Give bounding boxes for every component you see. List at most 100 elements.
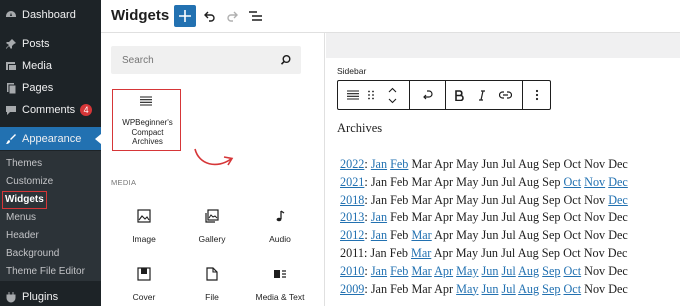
- archive-year-link[interactable]: 2012: [340, 228, 364, 242]
- redo-button[interactable]: [222, 6, 242, 26]
- sidebar-item-label: Appearance: [22, 132, 82, 145]
- archive-month-sep: Sep: [542, 228, 561, 243]
- archive-month-apr: Apr: [434, 281, 454, 296]
- archive-year-link[interactable]: 2018: [340, 193, 364, 207]
- search-input[interactable]: [111, 46, 281, 74]
- dashboard-icon: [6, 10, 16, 17]
- archive-month-oct[interactable]: Oct: [564, 282, 582, 296]
- archive-month-jun[interactable]: Jun: [482, 264, 499, 278]
- archive-year-link[interactable]: 2022: [340, 157, 364, 171]
- sidebar-item-plugins[interactable]: Plugins: [0, 285, 101, 306]
- submenu-item-menus[interactable]: Menus: [6, 210, 36, 226]
- archive-month-jun: Jun: [481, 192, 499, 207]
- sidebar-item-label: Comments: [22, 103, 76, 116]
- archive-month-mar[interactable]: Mar: [411, 264, 431, 278]
- submenu-item-themes[interactable]: Themes: [6, 156, 42, 172]
- toolbar-separator: [522, 81, 523, 109]
- toolbar-separator: [445, 81, 446, 109]
- archive-year-row: 2009: Jan Feb Mar Apr May Jun Jul Aug Se…: [340, 281, 628, 299]
- archive-list-icon: [347, 90, 359, 100]
- archive-month-sep[interactable]: Sep: [542, 264, 560, 278]
- archive-month-oct[interactable]: Oct: [564, 264, 582, 278]
- archive-month-nov: Nov: [583, 245, 605, 260]
- archive-month-jun: Jun: [481, 210, 499, 225]
- block-label: Cover: [132, 292, 156, 302]
- archive-month-dec: Dec: [608, 157, 628, 171]
- sidebar-item-appearance[interactable]: Appearance: [0, 127, 101, 150]
- archive-month-jan[interactable]: Jan: [371, 157, 387, 171]
- submenu-item-customize[interactable]: Customize: [6, 174, 53, 190]
- archive-month-jul[interactable]: Jul: [502, 264, 516, 278]
- search-icon[interactable]: [280, 54, 292, 66]
- archive-year-link[interactable]: 2010: [340, 264, 364, 278]
- archive-month-apr: Apr: [434, 228, 454, 243]
- archive-month-jun[interactable]: Jun: [482, 282, 499, 296]
- submenu-item-widgets[interactable]: Widgets: [2, 191, 47, 209]
- archive-month-mar[interactable]: Mar: [411, 246, 431, 260]
- archive-month-aug[interactable]: Aug: [518, 282, 539, 296]
- archive-month-jan[interactable]: Jan: [371, 228, 387, 242]
- archive-month-jan[interactable]: Jan: [371, 264, 387, 278]
- archive-month-mar[interactable]: Mar: [411, 228, 431, 242]
- archive-month-dec[interactable]: Dec: [608, 193, 628, 207]
- archive-year-row: 2018: Jan Feb Mar Apr May Jun Jul Aug Se…: [340, 192, 628, 210]
- sidebar-item-label: Pages: [22, 81, 54, 94]
- block-label: Image: [132, 234, 156, 244]
- sidebar-item-label: Dashboard: [22, 8, 76, 21]
- file-block[interactable]: File: [180, 267, 244, 302]
- archive-month-may: May: [456, 192, 479, 207]
- bold-button[interactable]: [449, 81, 469, 109]
- submenu-item-theme-file-editor[interactable]: Theme File Editor: [6, 264, 85, 280]
- transform-button[interactable]: [414, 81, 440, 109]
- more-options-button[interactable]: [527, 81, 547, 109]
- compact-archives-list: 2022: Jan Feb Mar Apr May Jun Jul Aug Se…: [340, 156, 628, 298]
- archive-month-nov: Nov: [584, 192, 606, 207]
- archive-month-apr[interactable]: Apr: [434, 264, 453, 278]
- archive-month-feb[interactable]: Feb: [390, 264, 408, 278]
- sidebar-item-pages[interactable]: Pages: [0, 76, 101, 99]
- submenu-item-header[interactable]: Header: [6, 228, 39, 244]
- file-icon: [206, 267, 218, 281]
- sidebar-item-posts[interactable]: Posts: [0, 32, 101, 55]
- archive-month-sep[interactable]: Sep: [542, 282, 560, 296]
- archive-month-apr: Apr: [433, 245, 453, 260]
- archive-month-may[interactable]: May: [456, 264, 478, 278]
- archive-month-jul[interactable]: Jul: [502, 282, 516, 296]
- sidebar-item-dashboard[interactable]: Dashboard: [0, 3, 101, 26]
- archive-month-oct[interactable]: Oct: [564, 175, 582, 189]
- media-text-block[interactable]: Media & Text: [248, 267, 312, 302]
- archive-month-feb[interactable]: Feb: [390, 157, 408, 171]
- archive-year-link[interactable]: 2021: [340, 175, 364, 189]
- archive-year-link[interactable]: 2013: [340, 210, 364, 224]
- move-up-down-buttons[interactable]: [382, 81, 402, 109]
- archive-month-jul: Jul: [501, 157, 516, 171]
- sidebar-item-media[interactable]: Media: [0, 54, 101, 77]
- block-type-button[interactable]: [342, 81, 364, 109]
- archive-month-may: May: [455, 245, 479, 260]
- archive-month-dec: Dec: [608, 228, 628, 243]
- archive-month-may[interactable]: May: [456, 282, 478, 296]
- link-button[interactable]: [494, 81, 516, 109]
- list-view-button[interactable]: [245, 6, 265, 26]
- plus-icon: [179, 10, 191, 22]
- italic-button[interactable]: [472, 81, 492, 109]
- add-block-button[interactable]: [174, 5, 196, 27]
- audio-block[interactable]: Audio: [248, 209, 312, 244]
- image-block[interactable]: Image: [112, 209, 176, 244]
- submenu-item-background[interactable]: Background: [6, 246, 59, 262]
- archive-month-aug[interactable]: Aug: [518, 264, 539, 278]
- archive-month-nov[interactable]: Nov: [584, 175, 605, 189]
- cover-block[interactable]: Cover: [112, 267, 176, 302]
- archive-month-dec: Dec: [608, 281, 628, 296]
- drag-handle[interactable]: [364, 81, 378, 109]
- sidebar-item-comments[interactable]: Comments 4: [0, 98, 101, 121]
- archive-month-dec[interactable]: Dec: [608, 175, 628, 189]
- wpbeginner-compact-archives-block[interactable]: WPBeginner's Compact Archives: [112, 89, 181, 151]
- archive-year-link[interactable]: 2009: [340, 282, 364, 296]
- archive-month-feb: Feb: [390, 192, 409, 207]
- undo-button[interactable]: [200, 6, 220, 26]
- archive-month-jul: Jul: [501, 245, 516, 260]
- gallery-block[interactable]: Gallery: [180, 209, 244, 244]
- archive-month-aug: Aug: [517, 245, 539, 260]
- archive-month-jan[interactable]: Jan: [371, 210, 387, 224]
